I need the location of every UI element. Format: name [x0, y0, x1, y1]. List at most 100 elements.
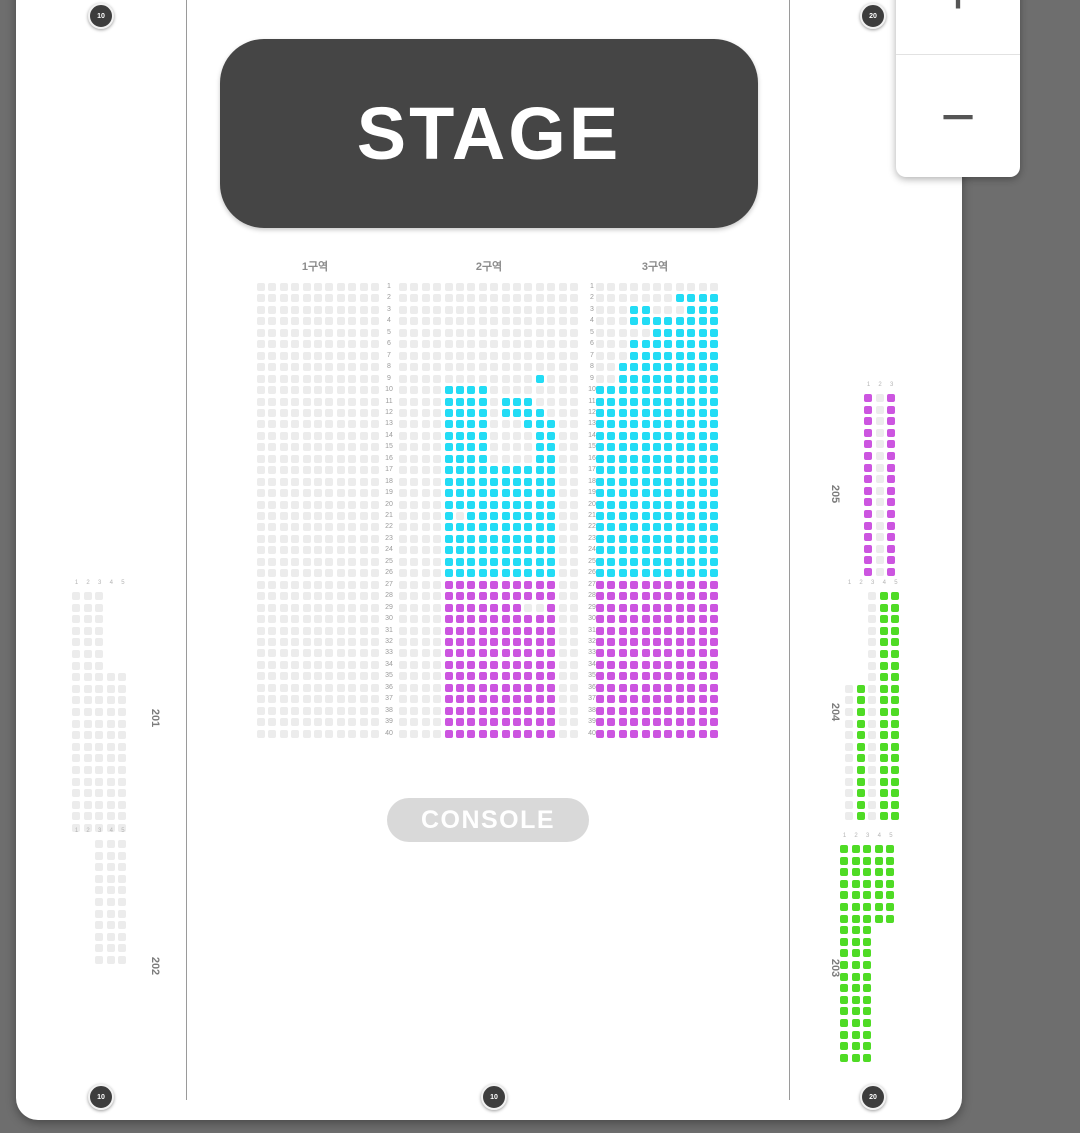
- seat[interactable]: [687, 431, 696, 440]
- seat[interactable]: [467, 649, 476, 658]
- seat[interactable]: [664, 340, 673, 349]
- seat[interactable]: [641, 660, 650, 669]
- seat[interactable]: [478, 718, 487, 727]
- seat[interactable]: [618, 374, 627, 383]
- seat[interactable]: [863, 995, 872, 1004]
- seat[interactable]: [851, 868, 860, 877]
- seat[interactable]: [675, 328, 684, 337]
- seat[interactable]: [456, 466, 464, 475]
- seat[interactable]: [490, 695, 499, 704]
- seat[interactable]: [641, 683, 650, 692]
- seat[interactable]: [653, 592, 661, 601]
- seat[interactable]: [687, 637, 696, 646]
- seat[interactable]: [687, 546, 696, 555]
- seat[interactable]: [607, 718, 616, 727]
- seat[interactable]: [856, 789, 865, 798]
- seat[interactable]: [607, 569, 616, 578]
- seat[interactable]: [618, 386, 627, 395]
- seat[interactable]: [547, 534, 556, 543]
- seat[interactable]: [490, 489, 499, 498]
- seat[interactable]: [467, 477, 476, 486]
- seat[interactable]: [698, 592, 707, 601]
- seat[interactable]: [607, 729, 616, 738]
- seat[interactable]: [698, 363, 707, 372]
- seat[interactable]: [456, 443, 464, 452]
- seat[interactable]: [687, 317, 696, 326]
- seat[interactable]: [467, 672, 476, 681]
- seat[interactable]: [874, 845, 883, 853]
- seat[interactable]: [513, 466, 521, 475]
- seat[interactable]: [710, 546, 718, 555]
- seat[interactable]: [513, 718, 521, 727]
- seat[interactable]: [618, 569, 627, 578]
- seat[interactable]: [501, 466, 510, 475]
- seat[interactable]: [478, 408, 487, 417]
- badge-top-right[interactable]: 20: [860, 3, 886, 29]
- badge-bottom-mid[interactable]: 10: [481, 1084, 507, 1110]
- seat[interactable]: [630, 683, 639, 692]
- seat[interactable]: [618, 500, 627, 509]
- seat[interactable]: [864, 394, 872, 402]
- seat[interactable]: [501, 672, 510, 681]
- seat[interactable]: [501, 706, 510, 715]
- seat[interactable]: [840, 879, 848, 888]
- seat[interactable]: [630, 340, 639, 349]
- seat[interactable]: [664, 512, 673, 520]
- seat[interactable]: [891, 684, 900, 693]
- seat[interactable]: [856, 800, 865, 809]
- seat[interactable]: [653, 534, 661, 543]
- seat[interactable]: [618, 718, 627, 727]
- seat[interactable]: [653, 477, 661, 486]
- seat[interactable]: [630, 431, 639, 440]
- seat[interactable]: [607, 580, 616, 589]
- seat[interactable]: [490, 603, 499, 612]
- seat[interactable]: [851, 1019, 860, 1027]
- seat[interactable]: [653, 386, 661, 395]
- seat[interactable]: [641, 500, 650, 509]
- zoom-control[interactable]: + −: [896, 0, 1020, 177]
- seat[interactable]: [840, 845, 848, 853]
- seat[interactable]: [630, 580, 639, 589]
- seat[interactable]: [467, 466, 476, 475]
- seat[interactable]: [478, 397, 487, 406]
- seat[interactable]: [478, 477, 487, 486]
- seat[interactable]: [698, 534, 707, 543]
- seat[interactable]: [879, 708, 888, 716]
- badge-bottom-left[interactable]: 10: [88, 1084, 114, 1110]
- seat[interactable]: [630, 569, 639, 578]
- seat[interactable]: [675, 500, 684, 509]
- seat[interactable]: [863, 891, 872, 900]
- seat[interactable]: [456, 431, 464, 440]
- seat[interactable]: [524, 569, 533, 578]
- seat[interactable]: [664, 408, 673, 417]
- seat[interactable]: [698, 569, 707, 578]
- seat[interactable]: [664, 706, 673, 715]
- seat[interactable]: [840, 891, 848, 900]
- seat[interactable]: [524, 546, 533, 555]
- seat[interactable]: [856, 708, 865, 716]
- badge-top-left[interactable]: 10: [88, 3, 114, 29]
- seat[interactable]: [653, 420, 661, 429]
- seat[interactable]: [664, 317, 673, 326]
- seat[interactable]: [887, 475, 896, 484]
- seat[interactable]: [513, 592, 521, 601]
- seat[interactable]: [630, 695, 639, 704]
- seat[interactable]: [675, 569, 684, 578]
- seat[interactable]: [664, 523, 673, 532]
- seat[interactable]: [478, 523, 487, 532]
- seat[interactable]: [710, 408, 718, 417]
- seat[interactable]: [710, 420, 718, 429]
- seat[interactable]: [851, 856, 860, 865]
- seat[interactable]: [653, 580, 661, 589]
- seat[interactable]: [840, 995, 848, 1004]
- seat[interactable]: [607, 523, 616, 532]
- seat[interactable]: [698, 317, 707, 326]
- seat[interactable]: [698, 626, 707, 635]
- seat[interactable]: [456, 523, 464, 532]
- seat[interactable]: [675, 546, 684, 555]
- seat[interactable]: [864, 452, 872, 460]
- seat[interactable]: [863, 914, 872, 923]
- seat[interactable]: [535, 592, 544, 601]
- seat[interactable]: [863, 926, 872, 935]
- seat[interactable]: [687, 454, 696, 463]
